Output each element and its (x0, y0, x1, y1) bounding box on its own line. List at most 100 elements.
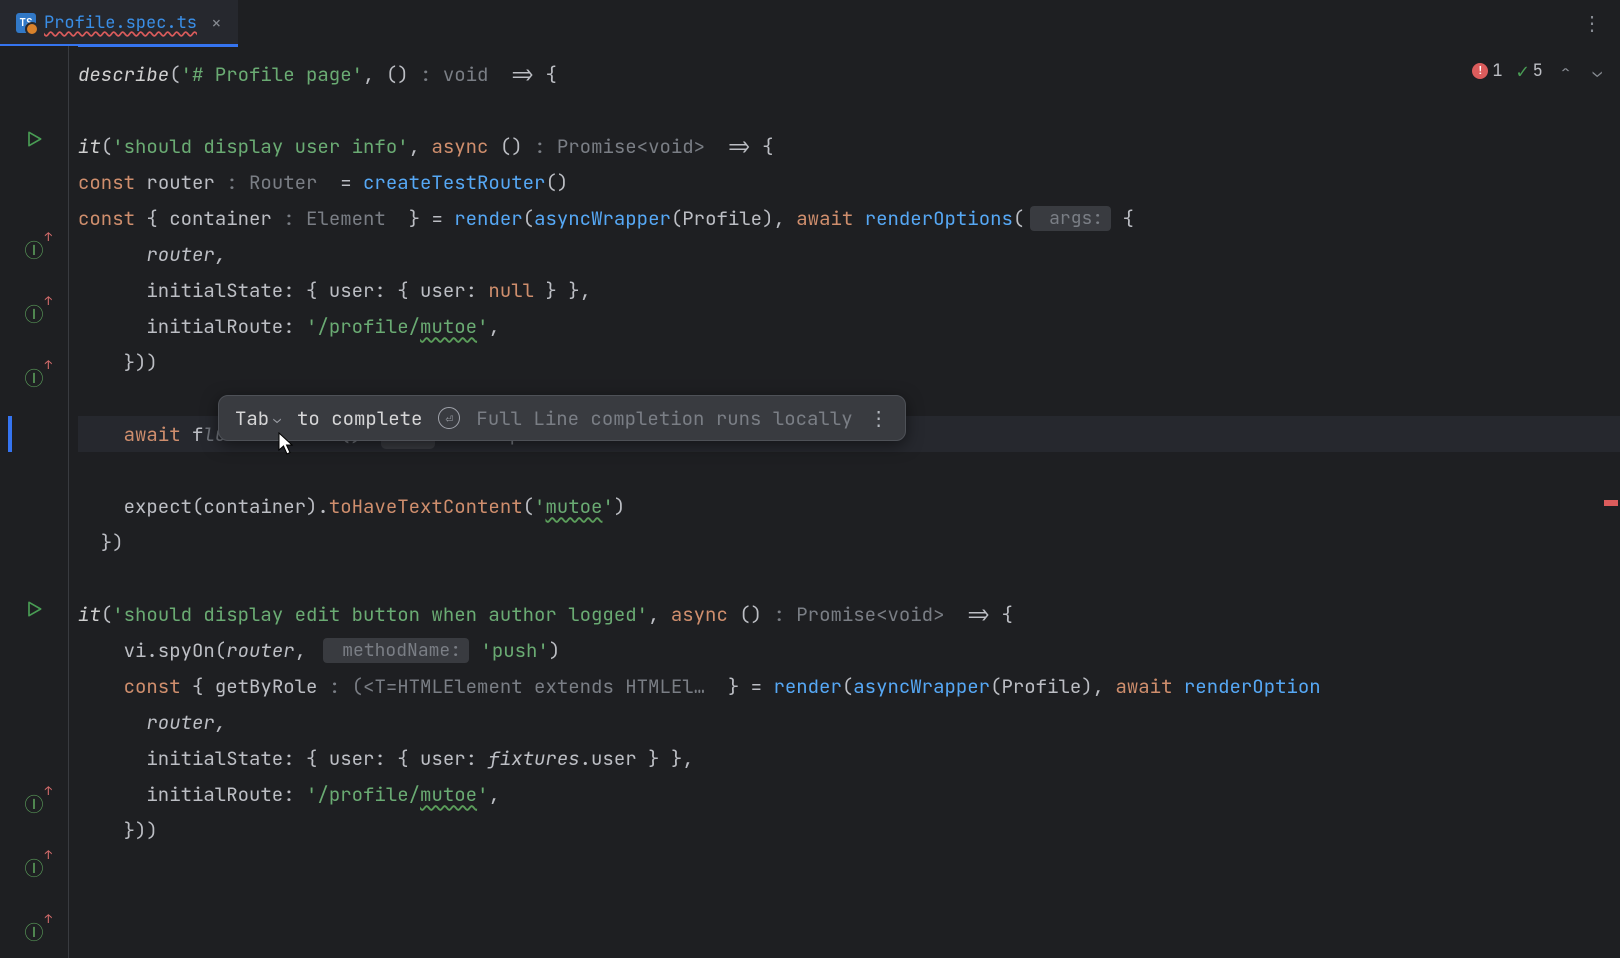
token: ' (534, 494, 545, 519)
token: }) (78, 530, 124, 555)
run-test-icon[interactable] (20, 595, 48, 623)
override-icon[interactable]: Ⓘ (20, 363, 48, 391)
code-line[interactable]: }) (78, 524, 1620, 560)
prev-highlight-icon[interactable]: ⌃ (1557, 59, 1575, 84)
code-line[interactable]: initialRoute: '/profile/mutoe', (78, 776, 1620, 812)
override-icon[interactable]: Ⓘ (20, 299, 48, 327)
token: getByRole (215, 674, 318, 699)
warnings-number: 5 (1533, 60, 1543, 82)
code-line[interactable]: })) (78, 344, 1620, 380)
override-icon[interactable]: Ⓘ (20, 917, 48, 945)
tab-bar-more-icon[interactable]: ⋮ (1564, 0, 1620, 46)
code-line[interactable]: router, (78, 704, 1620, 740)
token: router (135, 170, 226, 195)
override-icon[interactable]: Ⓘ (20, 853, 48, 881)
completion-key-label: Tab (235, 406, 269, 431)
token: { (1111, 206, 1134, 231)
inlay-arg-hint: args: (1030, 206, 1111, 231)
token: : (283, 314, 306, 339)
token: router, (78, 242, 226, 267)
editor-tab-profile-spec[interactable]: TS Profile.spec.ts × (0, 0, 238, 46)
tab-filename: Profile.spec.ts (44, 12, 197, 34)
code-line[interactable]: initialState: { user: { user: fixtures.u… (78, 740, 1620, 776)
code-line[interactable]: })) (78, 812, 1620, 848)
token: })) (78, 818, 158, 843)
next-highlight-icon[interactable]: ⌄ (1588, 59, 1606, 84)
token (78, 278, 146, 303)
token: asyncWrapper (534, 206, 671, 231)
token: router (226, 638, 294, 663)
code-line[interactable]: it('should display edit button when auth… (78, 596, 1620, 632)
inlay-arg-hint: methodName: (323, 638, 469, 663)
typescript-icon: TS (16, 13, 36, 33)
token: () (488, 134, 534, 159)
editor-gutter: Ⓘ Ⓘ Ⓘ Ⓘ Ⓘ Ⓘ (0, 46, 68, 958)
code-line[interactable]: it('should display user info', async () … (78, 128, 1620, 164)
token (78, 782, 146, 807)
token: render (773, 674, 841, 699)
editor-tab-bar: TS Profile.spec.ts × ⋮ (0, 0, 1620, 46)
token: ( (169, 62, 180, 87)
code-line[interactable]: const { getByRole : (<T=HTMLElement exte… (78, 668, 1620, 704)
token: ( (523, 206, 534, 231)
token: '# Profile page' (181, 62, 363, 87)
token: ( (523, 494, 534, 519)
token: mutoe (545, 494, 602, 519)
token: '/profile/ (306, 782, 420, 807)
close-tab-icon[interactable]: × (211, 12, 222, 35)
override-icon[interactable]: Ⓘ (20, 235, 48, 263)
error-stripe-marker[interactable] (1604, 500, 1618, 506)
token: async (671, 602, 728, 627)
completion-popup[interactable]: Tab ⌄ to complete ⏎ Full Line completion… (218, 395, 906, 441)
code-editor[interactable]: Ⓘ Ⓘ Ⓘ Ⓘ Ⓘ Ⓘ describe('# Profile page', (… (0, 46, 1620, 958)
token: (Profile), (671, 206, 796, 231)
code-line[interactable]: const router : Router = createTestRouter… (78, 164, 1620, 200)
token (181, 422, 192, 447)
token: : { user: { user: (283, 278, 488, 303)
token: initialState (146, 746, 283, 771)
warnings-count[interactable]: ✓ 5 (1517, 58, 1543, 84)
token: expect(container). (124, 494, 329, 519)
code-line[interactable]: const { container : Element } = render(a… (78, 200, 1620, 236)
token: initialState (146, 278, 283, 303)
token: initialRoute (146, 782, 283, 807)
token: ( (101, 134, 112, 159)
token: { (135, 206, 169, 231)
token: ' (477, 782, 488, 807)
popup-more-icon[interactable]: ⋮ (869, 405, 889, 431)
localization-icon: ⏎ (438, 407, 460, 429)
token: render (454, 206, 522, 231)
code-line[interactable]: expect(container).toHaveTextContent('mut… (78, 488, 1620, 524)
token: , () (363, 62, 420, 87)
token: describe (78, 62, 169, 87)
token: , (648, 602, 671, 627)
token: renderOption (1184, 674, 1321, 699)
code-line[interactable]: initialState: { user: { user: null } }, (78, 272, 1620, 308)
code-line-blank (78, 452, 1620, 488)
token: => { (705, 134, 773, 159)
code-line[interactable]: describe('# Profile page', () : void => … (78, 56, 1620, 92)
inspections-widget[interactable]: ! 1 ✓ 5 ⌃ ⌄ (1472, 58, 1606, 84)
token: 'push' (469, 638, 549, 663)
token: () (728, 602, 774, 627)
error-icon: ! (1472, 63, 1488, 79)
token (78, 422, 124, 447)
errors-count[interactable]: ! 1 (1472, 60, 1502, 82)
run-test-icon[interactable] (20, 125, 48, 153)
token: => { (488, 62, 556, 87)
token: } = (705, 674, 773, 699)
code-line[interactable]: initialRoute: '/profile/mutoe', (78, 308, 1620, 344)
code-line[interactable]: vi.spyOn(router, methodName: 'push') (78, 632, 1620, 668)
token: } }, (534, 278, 591, 303)
token: it (78, 134, 101, 159)
token: => { (944, 602, 1012, 627)
code-area[interactable]: describe('# Profile page', () : void => … (78, 46, 1620, 958)
token: vi.spyOn( (124, 638, 227, 663)
token (78, 638, 124, 663)
code-line[interactable]: router, (78, 236, 1620, 272)
override-icon[interactable]: Ⓘ (20, 789, 48, 817)
token: ' (602, 494, 613, 519)
completion-key[interactable]: Tab ⌄ (235, 406, 281, 431)
token: const (124, 674, 181, 699)
token: '/profile/ (306, 314, 420, 339)
